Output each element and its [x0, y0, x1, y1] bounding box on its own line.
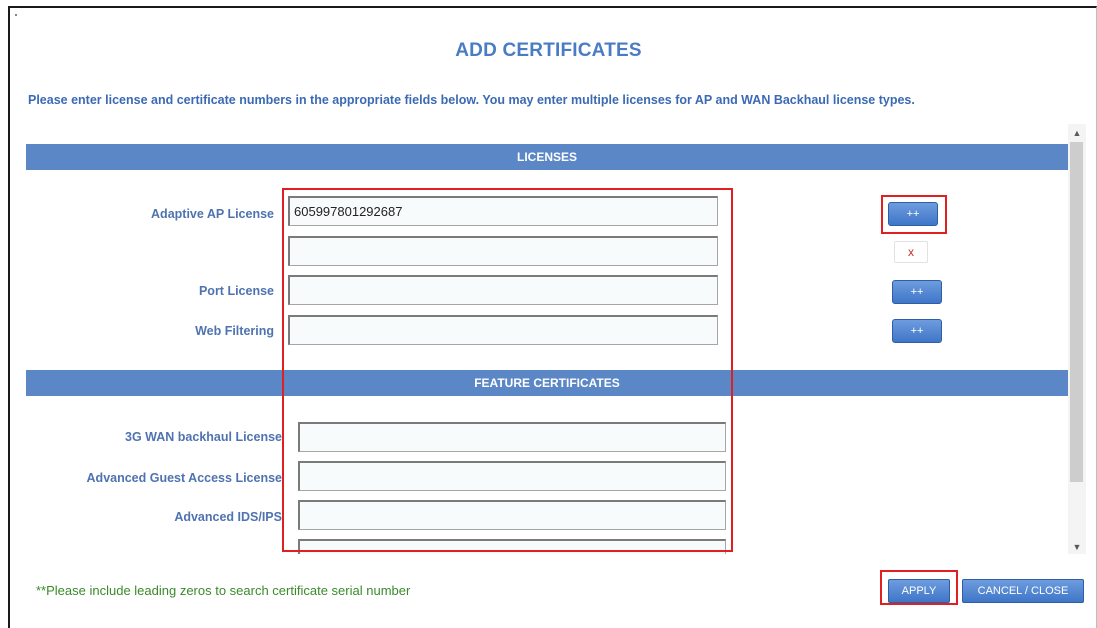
- add-port-license-button[interactable]: ++: [892, 280, 942, 304]
- feature-certificates-section-header: FEATURE CERTIFICATES: [26, 370, 1068, 396]
- certificate-form-scroll-area[interactable]: LICENSES Adaptive AP License ++ x Port L…: [24, 124, 1091, 554]
- advanced-ids-ips-input[interactable]: [298, 500, 726, 530]
- 3g-wan-backhaul-license-input[interactable]: [298, 422, 726, 452]
- port-license-label: Port License: [198, 284, 274, 298]
- adaptive-ap-license-input-2[interactable]: [288, 236, 718, 266]
- adaptive-ap-license-input[interactable]: [288, 196, 718, 226]
- adaptive-ap-license-label: Adaptive AP License: [151, 207, 274, 221]
- scroll-down-icon[interactable]: ▼: [1068, 540, 1086, 554]
- scrollbar-thumb[interactable]: [1070, 142, 1083, 482]
- add-web-filtering-button[interactable]: ++: [892, 319, 942, 343]
- dialog-title: ADD CERTIFICATES: [455, 40, 642, 61]
- web-filtering-input[interactable]: [288, 315, 718, 345]
- port-license-input[interactable]: [288, 275, 718, 305]
- web-filtering-label: Web Filtering: [195, 324, 274, 338]
- add-adaptive-ap-license-button[interactable]: ++: [888, 202, 938, 226]
- instructions-text: Please enter license and certificate num…: [28, 93, 915, 107]
- apply-button[interactable]: APPLY: [888, 579, 950, 603]
- scroll-up-icon[interactable]: ▲: [1068, 126, 1086, 140]
- leading-zeros-note: **Please include leading zeros to search…: [36, 583, 411, 598]
- advanced-guest-access-license-label: Advanced Guest Access License: [86, 471, 282, 485]
- remove-adaptive-ap-license-button[interactable]: x: [894, 241, 928, 263]
- licenses-section-header: LICENSES: [26, 144, 1068, 170]
- corner-dot: [15, 14, 17, 16]
- next-feature-certificate-input[interactable]: [298, 539, 726, 554]
- vertical-scrollbar[interactable]: ▲ ▼: [1068, 124, 1086, 554]
- 3g-wan-backhaul-license-label: 3G WAN backhaul License: [125, 430, 282, 444]
- advanced-ids-ips-label: Advanced IDS/IPS: [174, 510, 282, 524]
- advanced-guest-access-license-input[interactable]: [298, 461, 726, 491]
- cancel-close-button[interactable]: CANCEL / CLOSE: [962, 579, 1084, 603]
